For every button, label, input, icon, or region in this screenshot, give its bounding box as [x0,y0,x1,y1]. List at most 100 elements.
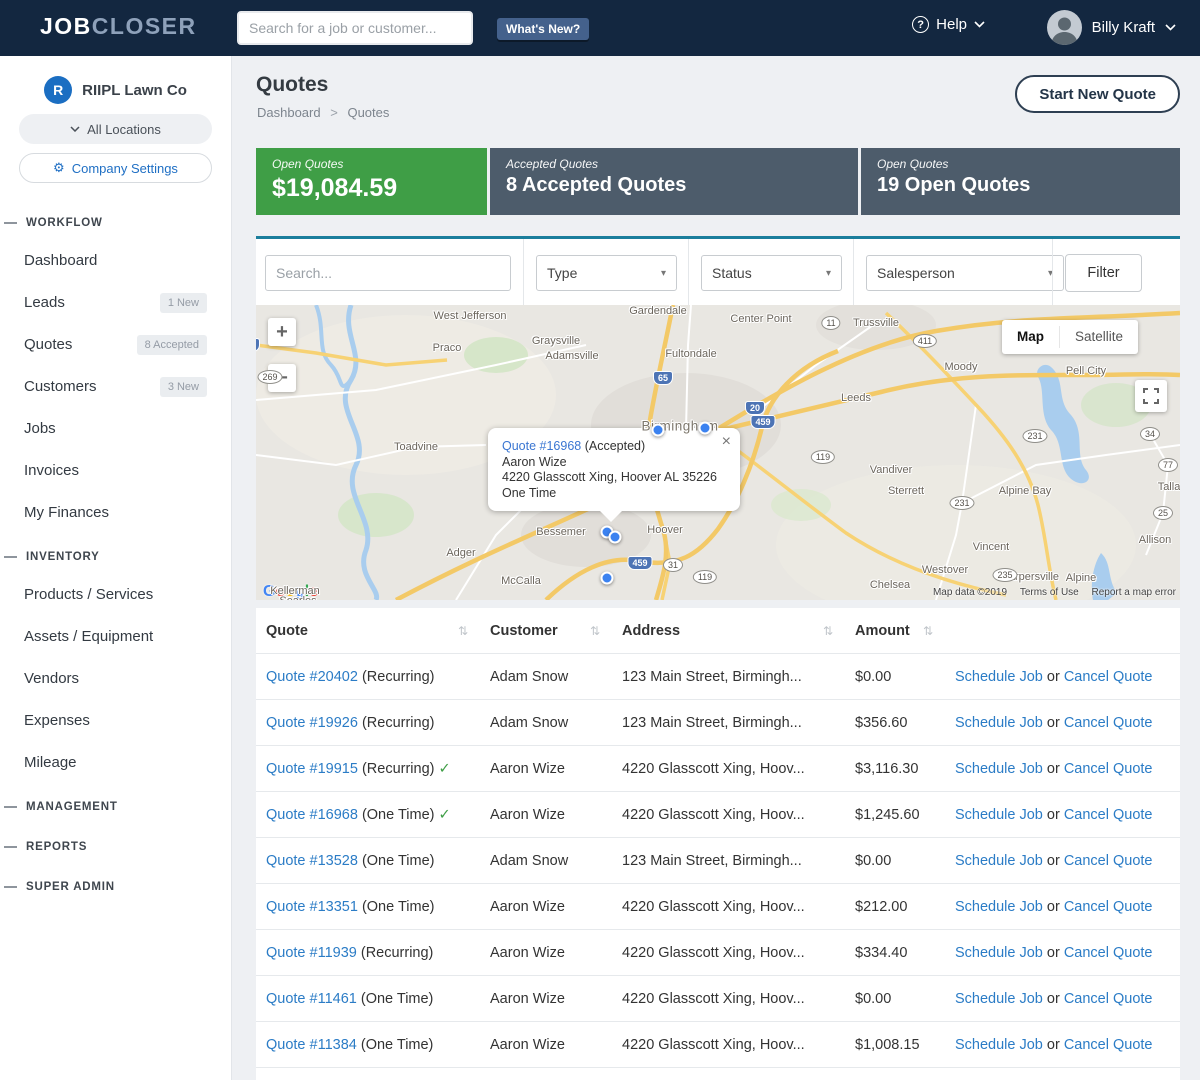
chevron-down-icon [70,126,80,132]
column-header-address[interactable]: Address⇅ [612,623,845,639]
sidebar: R RIIPL Lawn Co All Locations ⚙ Company … [0,56,232,1080]
schedule-job-link[interactable]: Schedule Job [955,1037,1043,1053]
address-cell: 4220 Glasscott Xing, Hoov... [612,991,845,1007]
cancel-quote-link[interactable]: Cancel Quote [1064,945,1153,961]
global-search-input[interactable] [237,11,473,45]
close-icon[interactable]: × [722,434,731,450]
actions-cell: Schedule Job or Cancel Quote [945,991,1180,1007]
status-select[interactable]: Status ▾ [701,255,842,291]
sidebar-item-customers[interactable]: Customers3 New [0,366,231,408]
help-menu[interactable]: ? Help [912,16,985,33]
sidebar-item-assets-equipment[interactable]: Assets / Equipment [0,616,231,658]
type-select[interactable]: Type ▾ [536,255,677,291]
cancel-quote-link[interactable]: Cancel Quote [1064,1037,1153,1053]
map-marker-4[interactable] [609,531,622,544]
cancel-quote-link[interactable]: Cancel Quote [1064,669,1153,685]
zoom-in-button[interactable]: + [268,318,296,346]
quote-link[interactable]: Quote #13351 [266,899,358,915]
schedule-job-link[interactable]: Schedule Job [955,807,1043,823]
address-cell: 123 Main Street, Birmingh... [612,715,845,731]
schedule-job-link[interactable]: Schedule Job [955,991,1043,1007]
quote-link[interactable]: Quote #11939 [266,945,357,961]
quote-link[interactable]: Quote #20402 [266,669,358,685]
schedule-job-link[interactable]: Schedule Job [955,853,1043,869]
breadcrumb: Dashboard > Quotes [257,105,389,120]
sidebar-item-invoices[interactable]: Invoices [0,450,231,492]
info-window-address: 4220 Glasscott Xing, Hoover AL 35226 [502,470,726,486]
quote-type: (One Time) [358,853,435,869]
sort-icon[interactable]: ⇅ [590,624,600,638]
action-separator: or [1043,807,1064,823]
sort-icon[interactable]: ⇅ [823,624,833,638]
schedule-job-link[interactable]: Schedule Job [955,761,1043,777]
quote-link[interactable]: Quote #11461 [266,991,357,1007]
info-window-quote-link[interactable]: Quote #16968 [502,439,581,453]
quote-link[interactable]: Quote #19915 [266,761,358,777]
actions-cell: Schedule Job or Cancel Quote [945,669,1180,685]
map-marker-5[interactable] [601,572,614,585]
sidebar-item-dashboard[interactable]: Dashboard [0,240,231,282]
map-marker-2[interactable] [699,422,712,435]
whats-new-button[interactable]: What's New? [497,18,589,40]
sidebar-item-jobs[interactable]: Jobs [0,408,231,450]
fullscreen-button[interactable] [1135,380,1167,412]
user-menu[interactable]: Billy Kraft [1047,10,1176,45]
cancel-quote-link[interactable]: Cancel Quote [1064,715,1153,731]
column-header-quote[interactable]: Quote⇅ [256,623,480,639]
filter-button[interactable]: Filter [1065,254,1142,292]
amount-cell: $0.00 [845,853,945,869]
quote-link[interactable]: Quote #13528 [266,853,358,869]
column-header-amount[interactable]: Amount⇅ [845,623,945,639]
route-shield-235: 235 [992,568,1017,582]
sidebar-item-vendors[interactable]: Vendors [0,658,231,700]
quote-link[interactable]: Quote #11384 [266,1037,357,1053]
stats-row: Open Quotes $19,084.59 Accepted Quotes 8… [256,148,1180,215]
actions-cell: Schedule Job or Cancel Quote [945,761,1180,777]
salesperson-select[interactable]: Salesperson ▾ [866,255,1064,291]
sidebar-item-expenses[interactable]: Expenses [0,700,231,742]
quotes-table: Quote⇅Customer⇅Address⇅Amount⇅⇅ Quote #2… [256,608,1180,1080]
map-type-satellite-button[interactable]: Satellite [1060,320,1138,354]
terms-of-use-link[interactable]: Terms of Use [1020,587,1079,598]
cancel-quote-link[interactable]: Cancel Quote [1064,761,1153,777]
sidebar-item-my-finances[interactable]: My Finances [0,492,231,534]
amount-cell: $3,116.30 [845,761,945,777]
map-canvas[interactable]: + − Map Satellite × Quote #16968 (Accept… [256,305,1180,600]
start-new-quote-button[interactable]: Start New Quote [1015,75,1180,113]
sidebar-item-products-services[interactable]: Products / Services [0,574,231,616]
breadcrumb-dashboard[interactable]: Dashboard [257,105,321,120]
google-logo[interactable]: Google [263,583,318,600]
cancel-quote-link[interactable]: Cancel Quote [1064,991,1153,1007]
quote-cell: Quote #11384 (One Time) [256,1037,480,1053]
company-settings-button[interactable]: ⚙ Company Settings [19,153,212,183]
sidebar-item-label: Customers [24,378,97,395]
caret-down-icon: ▾ [661,268,666,279]
column-header-customer[interactable]: Customer⇅ [480,623,612,639]
sidebar-item-quotes[interactable]: Quotes8 Accepted [0,324,231,366]
report-map-error-link[interactable]: Report a map error [1092,587,1176,598]
sort-icon[interactable]: ⇅ [923,624,933,638]
address-cell: 123 Main Street, Birmingh... [612,853,845,869]
sidebar-item-leads[interactable]: Leads1 New [0,282,231,324]
schedule-job-link[interactable]: Schedule Job [955,899,1043,915]
map-type-map-button[interactable]: Map [1002,320,1059,354]
quote-link[interactable]: Quote #19926 [266,715,358,731]
top-navbar: JOBCLOSER What's New? ? Help Billy Kraft [0,0,1200,56]
cancel-quote-link[interactable]: Cancel Quote [1064,899,1153,915]
schedule-job-link[interactable]: Schedule Job [955,945,1043,961]
cancel-quote-link[interactable]: Cancel Quote [1064,807,1153,823]
locations-dropdown[interactable]: All Locations [19,114,212,144]
schedule-job-link[interactable]: Schedule Job [955,715,1043,731]
accepted-check-icon: ✓ [438,807,450,823]
sidebar-item-mileage[interactable]: Mileage [0,742,231,784]
table-search-input[interactable] [265,255,511,291]
section-dash-icon [4,846,17,848]
sort-icon[interactable]: ⇅ [458,624,468,638]
app-logo[interactable]: JOBCLOSER [40,13,197,40]
table-row: Quote #13351 (One Time)Aaron Wize4220 Gl… [256,884,1180,930]
schedule-job-link[interactable]: Schedule Job [955,669,1043,685]
quote-link[interactable]: Quote #16968 [266,807,358,823]
map-marker-1[interactable] [652,424,665,437]
caret-down-icon: ▾ [826,268,831,279]
cancel-quote-link[interactable]: Cancel Quote [1064,853,1153,869]
